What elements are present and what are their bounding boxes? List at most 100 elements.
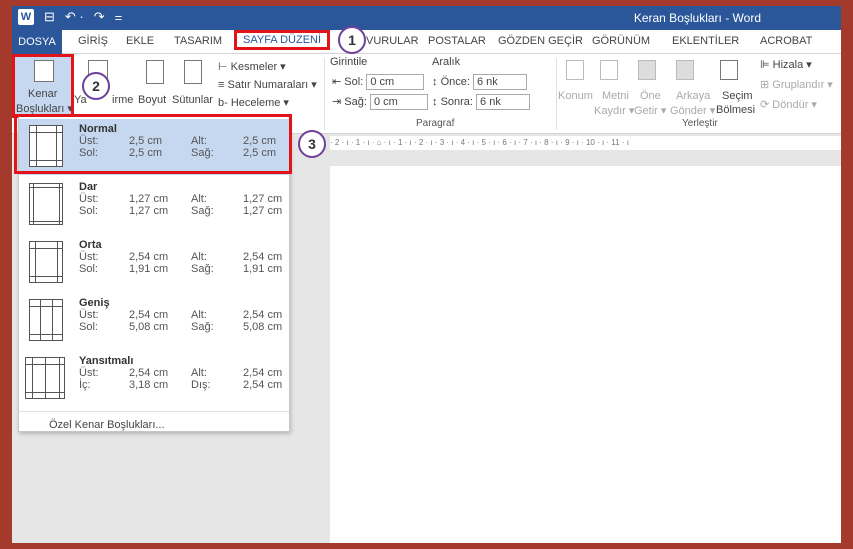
send-backward-icon[interactable]: [676, 60, 694, 80]
option-label: Sol:: [79, 205, 98, 217]
horizontal-ruler[interactable]: · 2 · ı · 1 · ı · ⌂ · ı · 1 · ı · 2 · ı …: [330, 136, 841, 150]
option-value: 1,27 cm: [129, 193, 169, 205]
orientation-label-end[interactable]: irme: [112, 94, 133, 106]
rotate-label: Döndür ▾: [772, 99, 817, 111]
margin-wide-thumbnail-icon: [29, 299, 63, 341]
option-value: 2,54 cm: [243, 251, 283, 263]
margin-moderate-thumbnail-icon: [29, 241, 63, 283]
tab-design[interactable]: TASARIM: [174, 35, 222, 47]
option-label: Sol:: [79, 263, 98, 275]
align-label: Hizala ▾: [772, 59, 812, 71]
size-icon[interactable]: [146, 60, 164, 84]
step-badge-3: 3: [298, 130, 326, 158]
title-bar: W ⊟ ↶ · ↷ = Keran Boşlukları - Word: [12, 6, 841, 30]
ribbon-separator: [556, 58, 557, 130]
spacing-after-icon: ↕: [432, 95, 438, 108]
option-name: Orta: [79, 239, 102, 251]
wrap-text-label-2[interactable]: Kaydır ▾: [594, 104, 634, 117]
bring-forward-label-1[interactable]: Öne: [640, 90, 661, 102]
option-label: Sol:: [79, 321, 98, 333]
window-title: Keran Boşlukları - Word: [633, 11, 761, 25]
word-app-icon: W: [18, 9, 34, 25]
option-label: Sağ:: [191, 321, 214, 333]
tab-acrobat[interactable]: ACROBAT: [760, 35, 812, 47]
position-icon[interactable]: [566, 60, 584, 80]
option-value: 1,27 cm: [243, 205, 283, 217]
selection-pane-label-2[interactable]: Bölmesi: [716, 104, 755, 116]
custom-margins-item[interactable]: Özel Kenar Boşlukları...: [49, 419, 165, 431]
tab-review[interactable]: GÖZDEN GEÇİR: [498, 35, 583, 47]
step-badge-2: 2: [82, 72, 110, 100]
option-label: Sağ:: [191, 263, 214, 275]
hyphenation-button[interactable]: b- Heceleme ▾: [218, 96, 289, 109]
margin-option-wide[interactable]: Geniş Üst: 2,54 cm Alt: 2,54 cm Sol: 5,0…: [19, 293, 289, 349]
orientation-label-start[interactable]: Ya: [74, 94, 87, 106]
spacing-before-row: ↕ Önce: 6 nk: [432, 74, 527, 90]
bring-forward-icon[interactable]: [638, 60, 656, 80]
indent-left-input[interactable]: 0 cm: [366, 74, 425, 90]
highlight-normal-option: [14, 114, 292, 174]
send-backward-label-2[interactable]: Gönder ▾: [670, 104, 715, 117]
tab-file[interactable]: DOSYA: [12, 30, 62, 54]
indent-right-label: Sağ:: [344, 95, 367, 108]
margin-option-mirrored[interactable]: Yansıtmalı Üst: 2,54 cm Alt: 2,54 cm İç:…: [19, 351, 289, 407]
option-label: Üst:: [79, 367, 99, 379]
align-button[interactable]: ⊫ Hizala ▾: [760, 58, 812, 71]
indent-left-icon: ⇤: [332, 75, 342, 88]
highlight-margins: [12, 54, 74, 118]
option-value: 1,27 cm: [243, 193, 283, 205]
option-name: Yansıtmalı: [79, 355, 134, 367]
option-value: 2,54 cm: [243, 379, 283, 391]
spacing-before-input[interactable]: 6 nk: [472, 74, 527, 90]
option-value: 2,54 cm: [129, 251, 169, 263]
undo-icon[interactable]: ↶ ·: [65, 9, 84, 25]
size-button[interactable]: Boyut: [138, 94, 166, 106]
customize-toolbar-icon[interactable]: =: [115, 10, 123, 25]
send-backward-label-1[interactable]: Arkaya: [676, 90, 710, 102]
option-label: Dış:: [191, 379, 211, 391]
selection-pane-icon[interactable]: [720, 60, 738, 80]
option-name: Geniş: [79, 297, 110, 309]
indent-right-input[interactable]: 0 cm: [369, 94, 428, 110]
document-page[interactable]: [330, 166, 841, 543]
option-label: Alt:: [191, 367, 207, 379]
quick-access-toolbar: W ⊟ ↶ · ↷ =: [18, 9, 122, 25]
margin-option-narrow[interactable]: Dar Üst: 1,27 cm Alt: 1,27 cm Sol: 1,27 …: [19, 177, 289, 233]
option-label: Üst:: [79, 309, 99, 321]
save-icon[interactable]: ⊟: [44, 9, 55, 25]
option-name: Dar: [79, 181, 98, 193]
line-numbers-icon: ≡: [218, 79, 225, 91]
selection-pane-label-1[interactable]: Seçim: [722, 90, 753, 102]
columns-icon[interactable]: [184, 60, 202, 84]
margin-option-moderate[interactable]: Orta Üst: 2,54 cm Alt: 2,54 cm Sol: 1,91…: [19, 235, 289, 291]
tab-insert[interactable]: EKLE: [126, 35, 154, 47]
redo-icon[interactable]: ↷: [94, 9, 105, 25]
wrap-text-icon[interactable]: [600, 60, 618, 80]
line-numbers-button[interactable]: ≡ Satır Numaraları ▾: [218, 78, 317, 91]
tab-addins[interactable]: EKLENTİLER: [672, 35, 739, 47]
position-button[interactable]: Konum: [558, 90, 593, 102]
group-button[interactable]: ⊞ Gruplandır ▾: [760, 78, 833, 91]
bring-forward-label-2[interactable]: Getir ▾: [634, 104, 666, 117]
option-value: 5,08 cm: [129, 321, 169, 333]
tab-page-layout[interactable]: SAYFA DÜZENİ: [234, 30, 331, 50]
rotate-button[interactable]: ⟳ Döndür ▾: [760, 98, 817, 111]
option-label: Alt:: [191, 193, 207, 205]
tab-home[interactable]: GİRİŞ: [78, 35, 108, 47]
columns-button[interactable]: Sütunlar: [172, 94, 213, 106]
option-label: Sağ:: [191, 205, 214, 217]
step-badge-1: 1: [338, 26, 366, 54]
tab-view[interactable]: GÖRÜNÜM: [592, 35, 650, 47]
option-value: 1,27 cm: [129, 205, 169, 217]
option-value: 2,54 cm: [243, 367, 283, 379]
spacing-after-input[interactable]: 6 nk: [476, 94, 531, 110]
indent-label: Girintile: [330, 56, 368, 68]
option-value: 3,18 cm: [129, 379, 169, 391]
option-value: 1,91 cm: [243, 263, 283, 275]
wrap-text-label-1[interactable]: Metni: [602, 90, 629, 102]
rotate-icon: ⟳: [760, 99, 770, 111]
tab-mailings[interactable]: POSTALAR: [428, 35, 486, 47]
option-value: 1,91 cm: [129, 263, 169, 275]
breaks-button[interactable]: ⊢ Kesmeler ▾: [218, 60, 286, 73]
hyphenation-icon: b-: [218, 97, 228, 109]
